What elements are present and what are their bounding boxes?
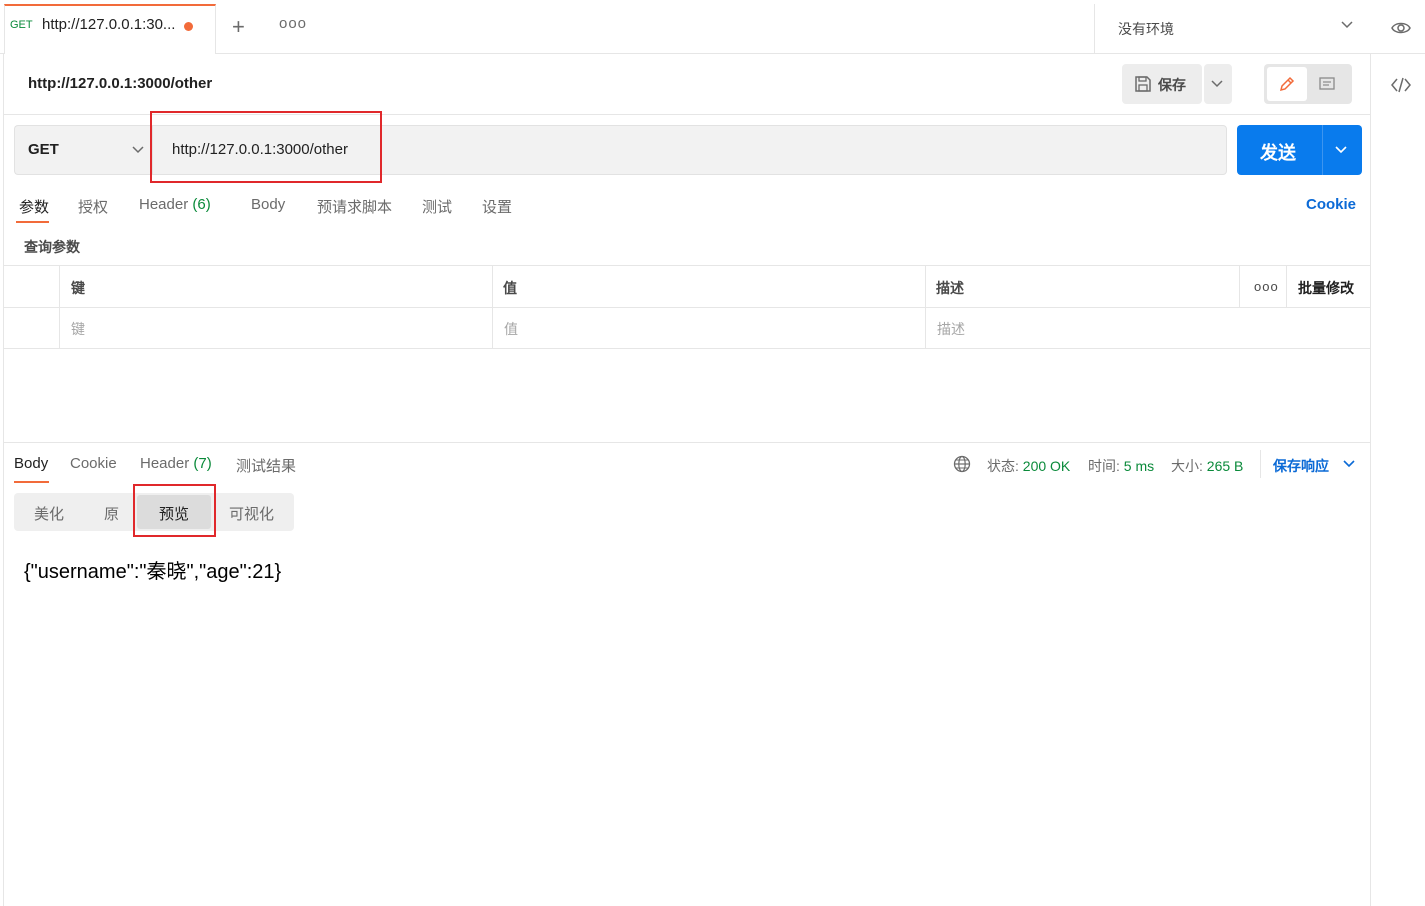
tab-params[interactable]: 参数 (19, 196, 49, 217)
column-header-description: 描述 (936, 280, 964, 296)
response-tab-cookies[interactable]: Cookie (70, 455, 117, 472)
status-value[interactable]: 200 OK (1023, 458, 1070, 474)
environment-label[interactable]: 没有环境 (1118, 19, 1174, 39)
size-value[interactable]: 265 B (1207, 458, 1244, 474)
chevron-down-icon[interactable] (1340, 18, 1354, 32)
tab-method-badge: GET (10, 19, 33, 31)
table-border (4, 348, 1370, 349)
table-border (59, 265, 60, 348)
time-label: 时间: (1088, 458, 1120, 474)
response-header-count: (7) (193, 455, 212, 472)
active-tab-indicator (16, 221, 49, 223)
meta-separator (1260, 450, 1261, 478)
header-count: (6) (192, 196, 211, 213)
url-highlight-box (150, 111, 382, 183)
tab-prerequest-script[interactable]: 预请求脚本 (317, 196, 392, 217)
comment-icon[interactable] (1318, 75, 1336, 93)
table-border (4, 307, 1370, 308)
send-separator (1322, 125, 1323, 175)
cookies-link[interactable]: Cookie (1306, 196, 1356, 213)
response-tab-headers[interactable]: Header (7) (140, 455, 212, 472)
eye-icon[interactable] (1391, 18, 1411, 38)
view-mode-raw[interactable]: 原 (104, 503, 119, 524)
param-value-input[interactable]: 值 (504, 319, 518, 339)
save-response-button[interactable]: 保存响应 (1273, 456, 1329, 476)
time-value[interactable]: 5 ms (1124, 458, 1154, 474)
response-divider[interactable] (4, 442, 1370, 443)
chevron-down-icon[interactable] (131, 143, 145, 157)
left-border (3, 54, 4, 906)
response-body-preview: {"username":"秦晓","age":21} (24, 561, 282, 583)
method-select-value[interactable]: GET (28, 141, 59, 158)
send-button-label[interactable]: 发送 (1260, 139, 1296, 165)
size-label: 大小: (1171, 458, 1203, 474)
columns-more-button[interactable]: ooo (1254, 279, 1279, 294)
globe-icon[interactable] (953, 455, 971, 473)
param-description-input[interactable]: 描述 (937, 319, 965, 339)
table-border (492, 265, 493, 348)
table-border (925, 265, 926, 348)
preview-highlight-box (133, 484, 216, 537)
tab-headers-label[interactable]: Header (139, 196, 188, 213)
unsaved-dot-icon (184, 22, 193, 31)
tab-auth[interactable]: 授权 (78, 196, 108, 217)
response-time: 时间: 5 ms (1088, 456, 1154, 476)
tab-body[interactable]: Body (251, 196, 285, 213)
view-mode-pretty[interactable]: 美化 (34, 503, 64, 524)
status-label: 状态: (987, 458, 1019, 474)
tab-title[interactable]: http://127.0.0.1:30... (42, 16, 175, 33)
chevron-down-icon[interactable] (1210, 77, 1224, 91)
table-border (4, 265, 1370, 266)
right-rail-divider (1370, 54, 1371, 906)
param-key-input[interactable]: 键 (71, 319, 85, 339)
request-title[interactable]: http://127.0.0.1:3000/other (28, 75, 212, 92)
response-tab-test-results[interactable]: 测试结果 (236, 455, 296, 476)
bulk-edit-button[interactable]: 批量修改 (1298, 278, 1354, 298)
chevron-down-icon[interactable] (1342, 457, 1356, 471)
response-size: 大小: 265 B (1171, 456, 1243, 476)
column-header-value: 值 (503, 280, 517, 296)
new-tab-button[interactable]: + (232, 14, 245, 40)
tab-tests[interactable]: 测试 (422, 196, 452, 217)
table-border (1286, 265, 1287, 307)
code-icon[interactable] (1391, 76, 1411, 94)
response-status: 状态: 200 OK (987, 456, 1070, 476)
column-header-key: 键 (71, 280, 85, 296)
tab-more-button[interactable]: ooo (279, 15, 307, 32)
response-tab-headers-label[interactable]: Header (140, 455, 189, 472)
chevron-down-icon[interactable] (1334, 143, 1348, 157)
response-tab-body[interactable]: Body (14, 455, 48, 472)
tab-headers[interactable]: Header (6) (139, 196, 211, 213)
query-params-label: 查询参数 (24, 239, 80, 255)
active-tab-indicator (14, 481, 49, 483)
save-button-label[interactable]: 保存 (1158, 75, 1186, 95)
pencil-icon[interactable] (1278, 75, 1296, 93)
view-mode-visualize[interactable]: 可视化 (229, 503, 274, 524)
save-icon (1135, 76, 1151, 92)
table-border (1239, 265, 1240, 307)
tab-settings[interactable]: 设置 (482, 196, 512, 217)
